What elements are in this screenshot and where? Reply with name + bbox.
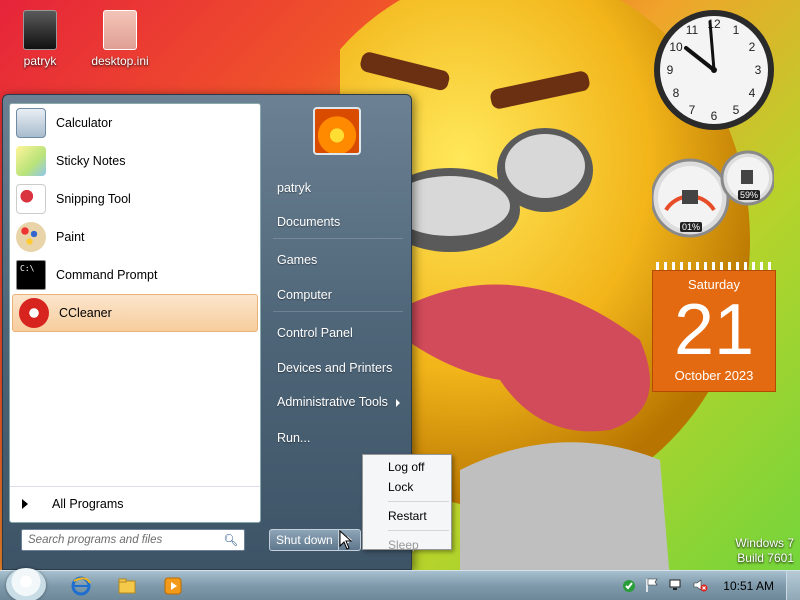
menu-separator (388, 501, 449, 502)
program-sticky-notes[interactable]: Sticky Notes (10, 142, 260, 180)
right-item-control-panel[interactable]: Control Panel (277, 326, 353, 340)
svg-text:7: 7 (689, 103, 696, 117)
right-item-devices-printers[interactable]: Devices and Printers (277, 361, 392, 375)
terminal-icon: C:\ (16, 260, 46, 290)
svg-text:8: 8 (673, 86, 680, 100)
right-item-run[interactable]: Run... (277, 431, 310, 445)
admin-tools-label: Administrative Tools (277, 395, 388, 409)
mouse-pointer-icon (339, 530, 353, 550)
menu-separator (388, 530, 449, 531)
calendar-day-number: 21 (673, 290, 755, 370)
network-icon[interactable] (668, 577, 684, 593)
program-ccleaner[interactable]: CCleaner (12, 294, 258, 332)
calendar-rings (656, 262, 772, 270)
right-item-computer[interactable]: Computer (277, 288, 332, 302)
svg-text:3: 3 (755, 63, 762, 77)
start-menu: Calculator Sticky Notes Snipping Tool Pa… (2, 94, 412, 570)
taskbar: 10:51 AM (0, 568, 800, 600)
program-command-prompt[interactable]: C:\ Command Prompt (10, 256, 260, 294)
windows-build-watermark: Windows 7 Build 7601 (735, 536, 794, 566)
calendar-gadget[interactable]: Saturday 21 October 2023 (652, 262, 776, 392)
program-snipping-tool[interactable]: Snipping Tool (10, 180, 260, 218)
show-desktop-button[interactable] (786, 571, 800, 600)
paint-palette-icon (16, 222, 46, 252)
memory-usage-value: 59% (738, 190, 761, 200)
calculator-icon (16, 108, 46, 138)
build-os-name: Windows 7 (735, 536, 794, 550)
build-number: Build 7601 (737, 551, 794, 565)
user-avatar[interactable] (313, 107, 361, 155)
ccleaner-icon (19, 298, 49, 328)
all-programs-label: All Programs (52, 497, 124, 511)
program-label: Command Prompt (56, 268, 158, 282)
menu-item-log-off[interactable]: Log off (363, 457, 451, 477)
start-menu-programs-pane: Calculator Sticky Notes Snipping Tool Pa… (9, 103, 261, 523)
sticky-notes-icon (16, 146, 46, 176)
svg-text:5: 5 (733, 103, 740, 117)
submenu-arrow-icon (395, 398, 400, 407)
settings-file-icon (103, 10, 137, 50)
right-item-user[interactable]: patryk (277, 181, 311, 195)
menu-item-lock[interactable]: Lock (363, 477, 451, 497)
start-search-box[interactable]: Search programs and files 🔍︎ (21, 529, 245, 551)
program-paint[interactable]: Paint (10, 218, 260, 256)
windows-explorer-icon[interactable] (116, 575, 138, 597)
right-pane-divider (273, 311, 403, 312)
power-options-menu: Log off Lock Restart Sleep (362, 454, 452, 552)
cpu-usage-value: 01% (680, 222, 703, 232)
calendar-month-year: October 2023 (674, 368, 754, 383)
desktop-icon-patryk[interactable]: patryk (0, 10, 80, 68)
action-center-icon[interactable] (620, 577, 636, 593)
svg-text:9: 9 (667, 63, 674, 77)
arrow-right-icon (22, 499, 28, 509)
desktop-icon-label: patryk (23, 54, 57, 68)
svg-text:10: 10 (669, 40, 683, 54)
search-placeholder: Search programs and files (28, 534, 163, 546)
all-programs-button[interactable]: All Programs (10, 486, 260, 521)
desktop-icon-label: desktop.ini (91, 54, 149, 68)
cpu-meter-gadget[interactable]: 01% 59% (650, 150, 776, 240)
scissors-icon (16, 184, 46, 214)
svg-text:4: 4 (749, 86, 756, 100)
flag-icon[interactable] (644, 577, 660, 593)
media-player-icon[interactable] (162, 575, 184, 597)
start-button[interactable] (6, 568, 46, 600)
right-item-games[interactable]: Games (277, 253, 317, 267)
svg-text:1: 1 (733, 23, 740, 37)
desktop-icon-desktop-ini[interactable]: desktop.ini (80, 10, 160, 68)
program-calculator[interactable]: Calculator (10, 104, 260, 142)
right-item-administrative-tools[interactable]: Administrative Tools (277, 395, 400, 409)
calendar-page: Saturday 21 October 2023 (652, 270, 776, 392)
right-pane-divider (273, 238, 403, 239)
program-label: Snipping Tool (56, 192, 131, 206)
internet-explorer-icon[interactable] (70, 575, 92, 597)
volume-muted-icon[interactable] (692, 577, 708, 593)
search-icon[interactable]: 🔍︎ (223, 533, 238, 547)
svg-text:11: 11 (686, 23, 699, 37)
menu-item-sleep: Sleep (388, 538, 419, 552)
program-label: Sticky Notes (56, 154, 126, 168)
svg-text:6: 6 (711, 109, 718, 123)
right-item-documents[interactable]: Documents (277, 215, 340, 229)
taskbar-clock[interactable]: 10:51 AM (723, 579, 774, 593)
user-folder-icon (23, 10, 57, 50)
program-label: Paint (56, 230, 85, 244)
program-label: CCleaner (59, 306, 112, 320)
clock-gadget[interactable]: 12 12 345 678 91011 (652, 8, 776, 132)
menu-item-restart[interactable]: Restart (363, 506, 451, 526)
shut-down-label: Shut down (276, 533, 333, 547)
program-label: Calculator (56, 116, 113, 130)
calendar-weekday: Saturday (687, 277, 741, 292)
svg-text:2: 2 (749, 40, 756, 54)
